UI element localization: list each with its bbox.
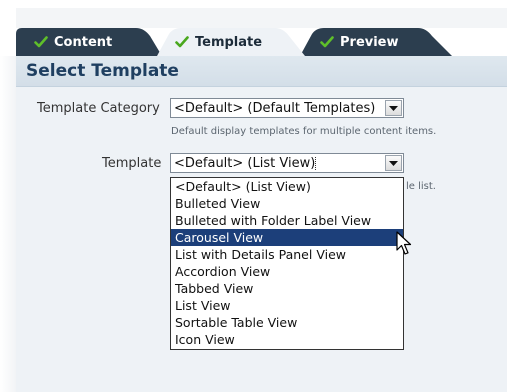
option-list-view[interactable]: List View [171, 297, 403, 314]
checkmark-icon [34, 36, 48, 48]
template-category-select[interactable]: <Default> (Default Templates) [170, 98, 404, 118]
template-category-label: Template Category [37, 101, 160, 116]
tab-content-label: Content [54, 34, 113, 50]
tab-preview[interactable]: Preview [300, 28, 452, 56]
option-bulleted-folder-label-view[interactable]: Bulleted with Folder Label View [171, 212, 403, 229]
checkmark-icon [320, 36, 334, 48]
option-accordion-view[interactable]: Accordion View [171, 263, 403, 280]
template-dropdown-button[interactable] [385, 155, 402, 171]
option-bulleted-view[interactable]: Bulleted View [171, 195, 403, 212]
template-options-list[interactable]: <Default> (List View) Bulleted View Bull… [170, 177, 404, 350]
option-sortable-table-view[interactable]: Sortable Table View [171, 314, 403, 331]
tab-preview-label: Preview [340, 34, 399, 50]
tab-template-label: Template [195, 34, 263, 50]
option-list-details-panel-view[interactable]: List with Details Panel View [171, 246, 403, 263]
template-select[interactable]: <Default> (List View) [170, 153, 404, 173]
template-category-dropdown-button[interactable] [385, 100, 402, 116]
template-select-value-wrap: <Default> (List View) [174, 155, 385, 171]
tab-content[interactable]: Content [16, 28, 162, 56]
template-select-value: <Default> (List View) [174, 155, 317, 171]
triangle-down-icon [389, 160, 398, 166]
option-default-list-view[interactable]: <Default> (List View) [171, 178, 403, 195]
checkmark-icon [175, 36, 189, 48]
option-icon-view[interactable]: Icon View [171, 331, 403, 348]
template-category-hint: Default display templates for multiple c… [171, 126, 437, 137]
top-strip [16, 8, 507, 28]
option-tabbed-view[interactable]: Tabbed View [171, 280, 403, 297]
option-carousel-view[interactable]: Carousel View [171, 229, 403, 246]
panel-title: Select Template [26, 61, 179, 81]
template-wizard-page: Content Preview Template Select Template… [0, 0, 507, 392]
wizard-tabs: Content Preview Template [16, 28, 507, 56]
triangle-down-icon [389, 105, 398, 111]
template-category-value: <Default> (Default Templates) [174, 100, 376, 116]
arrow-pointer-icon [396, 231, 412, 255]
left-margin [0, 56, 16, 392]
template-label: Template [102, 156, 162, 171]
tab-template[interactable]: Template [157, 28, 305, 56]
template-hint-partial: le list. [406, 181, 436, 192]
panel-header: Select Template [16, 56, 507, 87]
